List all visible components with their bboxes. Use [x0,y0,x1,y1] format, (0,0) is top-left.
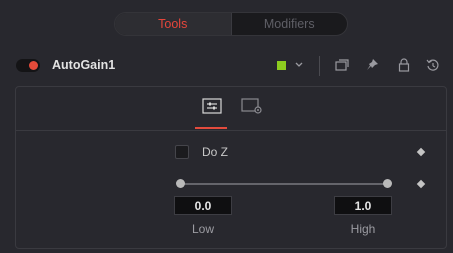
tab-modifiers[interactable]: Modifiers [232,13,348,35]
tab-tools[interactable]: Tools [115,13,232,35]
high-label: High [350,222,376,236]
low-label: Low [191,222,214,236]
tool-color-swatch[interactable] [277,61,286,70]
high-value-input[interactable]: 1.0 [334,196,392,215]
tool-name[interactable]: AutoGain1 [52,58,115,72]
header-divider [319,56,320,76]
do-z-label: Do Z [202,145,229,159]
do-z-keyframe-icon[interactable] [416,147,426,157]
toggle-knob [29,61,38,70]
range-high-handle[interactable] [383,179,392,188]
low-value-input[interactable]: 0.0 [174,196,232,215]
chevron-down-icon[interactable] [294,57,304,73]
versions-icon[interactable] [334,57,350,73]
inspector-tabs: Tools Modifiers [114,12,348,36]
inspector-panel: Do Z 0.0 1.0 Low High [15,86,447,249]
settings-icon[interactable] [241,97,263,115]
lock-icon[interactable] [396,57,412,73]
controls-icon[interactable] [201,97,223,115]
active-tab-indicator [195,127,227,129]
do-z-checkbox[interactable] [175,145,189,159]
range-low-handle[interactable] [176,179,185,188]
range-slider-track[interactable] [181,183,387,185]
pin-icon[interactable] [364,57,380,73]
tool-enable-toggle[interactable] [16,59,40,72]
range-keyframe-icon[interactable] [416,179,426,189]
panel-divider [16,130,446,131]
reset-icon[interactable] [425,57,441,73]
